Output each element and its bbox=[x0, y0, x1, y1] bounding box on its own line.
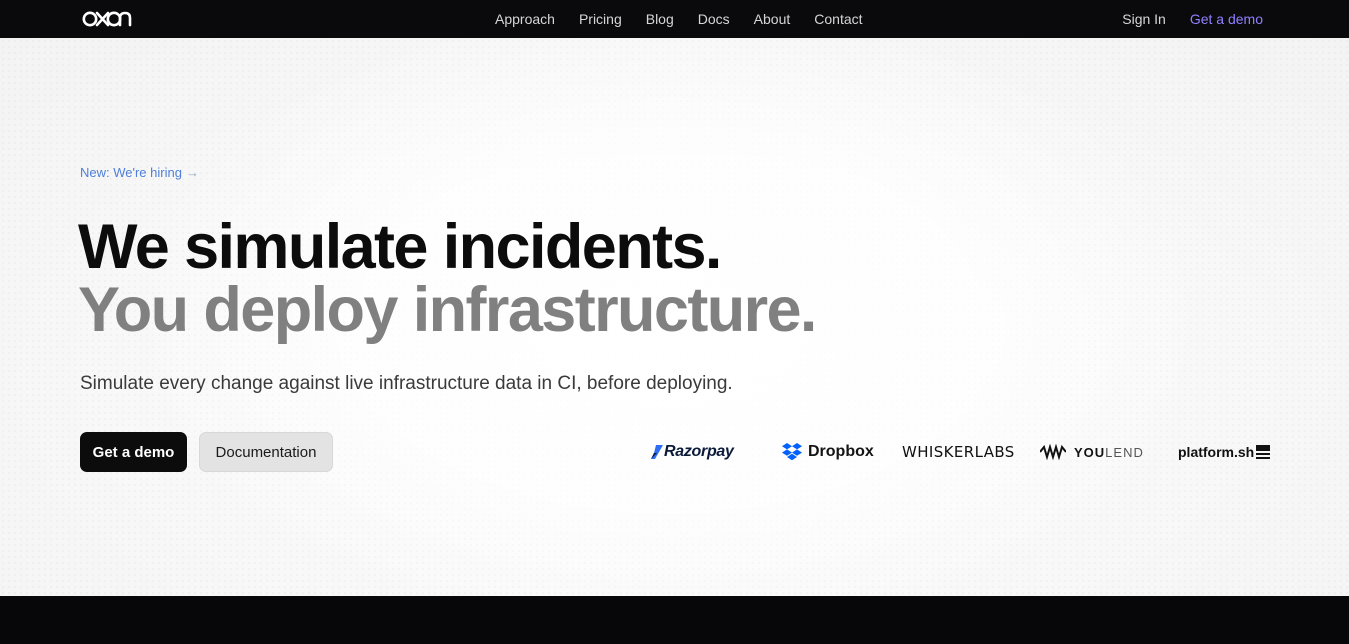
nav-link-about[interactable]: About bbox=[742, 0, 803, 38]
top-nav: Approach Pricing Blog Docs About Contact… bbox=[0, 0, 1349, 38]
headline-line-1: We simulate incidents. bbox=[78, 212, 722, 282]
dropbox-wordmark: Dropbox bbox=[808, 443, 874, 460]
hero-subtitle: Simulate every change against live infra… bbox=[80, 373, 733, 394]
hiring-announcement-link[interactable]: New: We're hiring → bbox=[80, 165, 199, 180]
headline-line-2: You deploy infrastructure. bbox=[78, 275, 817, 345]
nav-link-blog[interactable]: Blog bbox=[634, 0, 686, 38]
nav-link-docs[interactable]: Docs bbox=[686, 0, 742, 38]
whiskerlabs-logo: WHISKERLABS bbox=[902, 440, 1015, 464]
youlend-logo: YOU LEND bbox=[1040, 440, 1144, 464]
next-section-dark bbox=[0, 596, 1349, 644]
arrow-right-icon: → bbox=[185, 165, 199, 180]
nav-link-pricing[interactable]: Pricing bbox=[567, 0, 634, 38]
platformsh-mark-icon bbox=[1256, 445, 1271, 459]
get-demo-button[interactable]: Get a demo bbox=[80, 432, 187, 472]
razorpay-wordmark: Razorpay bbox=[664, 443, 734, 460]
dropbox-box-icon bbox=[782, 443, 802, 461]
oxo-logo-icon[interactable] bbox=[82, 9, 134, 29]
nav-actions: Sign In Get a demo bbox=[1122, 0, 1263, 38]
hero-section: New: We're hiring → We simulate incidents… bbox=[0, 38, 1349, 596]
dropbox-logo: Dropbox bbox=[782, 440, 874, 464]
documentation-button[interactable]: Documentation bbox=[199, 432, 333, 472]
razorpay-logo: Razorpay bbox=[651, 440, 734, 464]
platformsh-logo: platform.sh bbox=[1178, 440, 1271, 464]
youlend-lend-text: LEND bbox=[1105, 444, 1144, 460]
nav-link-approach[interactable]: Approach bbox=[483, 0, 567, 38]
nav-get-demo-link[interactable]: Get a demo bbox=[1190, 0, 1263, 38]
youlend-mark-icon bbox=[1040, 444, 1066, 460]
platformsh-wordmark: platform.sh bbox=[1178, 444, 1255, 460]
hiring-text: New: We're hiring bbox=[80, 165, 182, 180]
sign-in-link[interactable]: Sign In bbox=[1122, 0, 1166, 38]
nav-link-contact[interactable]: Contact bbox=[802, 0, 874, 38]
youlend-you-text: YOU bbox=[1074, 444, 1106, 460]
whiskerlabs-wordmark: WHISKERLABS bbox=[902, 443, 1015, 461]
razorpay-mark-icon bbox=[651, 445, 663, 459]
primary-nav: Approach Pricing Blog Docs About Contact bbox=[483, 0, 875, 38]
